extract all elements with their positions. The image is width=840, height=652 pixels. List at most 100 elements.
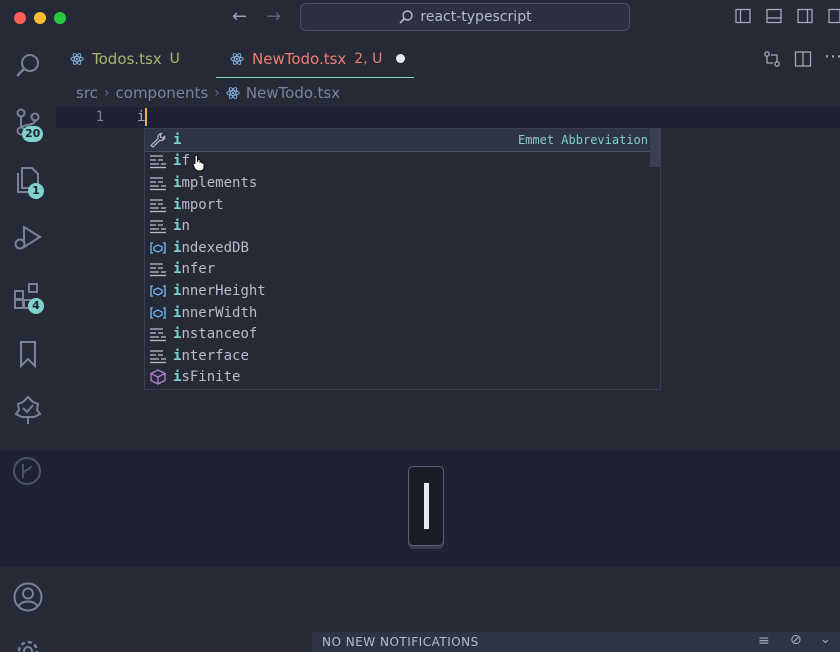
react-icon (70, 53, 84, 65)
command-center-label: react-typescript (420, 9, 532, 25)
chevron-right-icon: › (214, 85, 220, 101)
command-center-search[interactable]: react-typescript (300, 3, 630, 31)
keyword-icon (149, 153, 167, 169)
explorer-badge: 1 (28, 183, 44, 199)
text-caret (145, 108, 147, 126)
wrench-icon (149, 132, 167, 148)
open-changes-icon[interactable] (763, 50, 781, 68)
suggestion-label: nterface (181, 347, 249, 364)
variable-icon (149, 283, 167, 299)
source-control-badge: 20 (22, 126, 44, 142)
current-line-highlight[interactable] (56, 107, 840, 128)
keyword-icon (149, 175, 167, 191)
suggestion-item[interactable]: i Emmet Abbreviation (145, 129, 651, 152)
breadcrumb-item-file[interactable]: NewTodo.tsx (246, 84, 340, 102)
suggestion-label: mplements (181, 174, 258, 191)
suggestion-detail: Emmet Abbreviation (517, 132, 648, 147)
suggestion-label: ndexedDB (181, 239, 249, 256)
keystroke-overlay (408, 466, 444, 546)
keyword-icon (149, 261, 167, 277)
suggestion-item[interactable]: if (145, 151, 650, 173)
suggestion-item[interactable]: i mplements (145, 172, 650, 194)
suggestion-label: nfer (181, 261, 216, 278)
suggestion-match: i (173, 261, 182, 278)
suggestion-label: nstanceof (181, 326, 258, 343)
variable-icon (149, 305, 167, 321)
suggestion-match: i (173, 174, 182, 191)
more-actions-icon[interactable]: ⋯ (824, 46, 840, 67)
toggle-primary-sidebar-icon[interactable] (735, 8, 751, 24)
suggest-scrollbar[interactable] (650, 129, 660, 167)
untracked-status: U (169, 51, 180, 67)
clear-all-icon[interactable]: ≡ (758, 633, 770, 649)
breadcrumb: src › components › NewTodo.tsx (76, 82, 340, 104)
minimize-window-button[interactable] (34, 12, 46, 24)
suggestion-item[interactable]: i ndexedDB (145, 237, 650, 259)
chevron-right-icon: › (103, 85, 110, 101)
forward-arrow-icon[interactable]: → (266, 7, 281, 27)
notifications-text: NO NEW NOTIFICATIONS (322, 635, 479, 649)
key-cap-glyph (423, 483, 429, 529)
tab-label: NewTodo.tsx (252, 49, 347, 68)
suggestion-item[interactable]: i mport (145, 194, 650, 216)
customize-layout-icon[interactable] (828, 8, 840, 24)
breadcrumb-item-src[interactable]: src (76, 84, 98, 102)
tab-todos[interactable]: Todos.tsx U (70, 40, 180, 78)
title-bar: ← → react-typescript (0, 0, 840, 36)
git-graph-icon[interactable] (12, 456, 42, 486)
back-arrow-icon[interactable]: ← (232, 7, 247, 27)
suggestion-item[interactable]: i nstanceof (145, 323, 650, 345)
suggestion-label: nnerHeight (181, 282, 266, 299)
suggestion-item[interactable]: i nterface (145, 345, 650, 367)
suggestion-match: i (173, 131, 182, 148)
close-window-button[interactable] (14, 12, 26, 24)
toggle-secondary-sidebar-icon[interactable] (797, 8, 813, 24)
suggestion-label: f (181, 153, 190, 170)
unsaved-dot-icon[interactable] (396, 54, 406, 63)
keyword-icon (149, 326, 167, 342)
suggestion-match: i (173, 304, 182, 321)
bookmark-icon[interactable] (12, 338, 44, 370)
toggle-panel-icon[interactable] (766, 8, 782, 24)
account-icon[interactable] (12, 581, 44, 613)
suggestion-match: i (173, 196, 182, 213)
search-icon[interactable] (12, 50, 44, 82)
line-number: 1 (95, 109, 104, 125)
chevron-down-icon[interactable]: ⌄ (820, 632, 831, 647)
variable-icon (149, 240, 167, 256)
suggestion-item[interactable]: i nfer (145, 259, 650, 281)
zoom-window-button[interactable] (54, 12, 66, 24)
suggestion-label: n (181, 218, 190, 235)
keyword-icon (149, 218, 167, 234)
suggestion-item[interactable]: i nnerHeight (145, 280, 650, 302)
do-not-disturb-icon[interactable]: ⊘ (790, 632, 802, 648)
suggestion-label: nnerWidth (181, 304, 258, 321)
method-icon (149, 369, 167, 386)
tab-newtodo[interactable]: NewTodo.tsx 2, U (216, 40, 414, 78)
run-and-debug-icon[interactable] (12, 222, 44, 254)
search-icon (399, 10, 414, 24)
gear-icon[interactable] (14, 637, 42, 652)
suggestion-item[interactable]: in (145, 215, 650, 237)
suggest-widget: i sFinite i nterface i nstanceof i nnerWidth i nn… (144, 128, 661, 390)
problems-status: 2, U (354, 50, 383, 67)
suggestion-match: i (173, 153, 182, 170)
suggestion-item[interactable]: i nnerWidth (145, 302, 650, 324)
split-editor-icon[interactable] (794, 50, 812, 68)
tab-label: Todos.tsx (92, 50, 162, 68)
suggestion-item[interactable]: i sFinite (145, 367, 650, 389)
suggestion-match: i (173, 239, 182, 256)
breadcrumb-item-components[interactable]: components (116, 84, 209, 102)
keyword-icon (149, 197, 167, 213)
suggestion-label: sFinite (181, 369, 241, 386)
react-icon (226, 87, 240, 99)
hand-pointer-icon (192, 154, 205, 172)
extensions-badge: 4 (28, 298, 44, 314)
keyword-icon (149, 348, 167, 364)
editor-tabs: Todos.tsx U NewTodo.tsx 2, U ⋯ (56, 40, 840, 78)
suggestion-match: i (173, 326, 182, 343)
suggestion-match: i (173, 218, 182, 235)
react-icon (230, 52, 244, 65)
tree-check-icon[interactable] (12, 394, 44, 426)
notifications-center: NO NEW NOTIFICATIONS ≡ ⊘ ⌄ (312, 632, 840, 652)
